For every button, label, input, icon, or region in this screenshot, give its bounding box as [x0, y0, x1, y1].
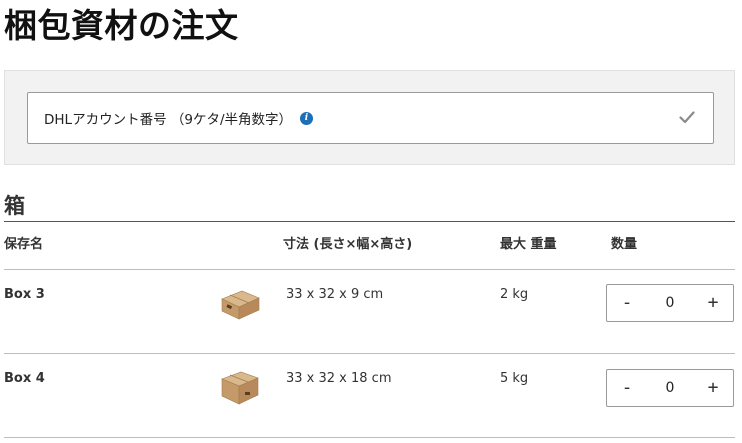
column-header-max-weight: 最大 重量 [500, 237, 557, 252]
quantity-stepper[interactable]: - 0 + [606, 369, 734, 407]
section-title-boxes: 箱 [4, 194, 25, 218]
decrement-button[interactable]: - [607, 370, 647, 406]
row-max-weight: 5 kg [500, 371, 529, 386]
column-header-quantity: 数量 [611, 237, 638, 252]
box-image [221, 371, 259, 405]
account-number-label: DHLアカウント番号 （9ケタ/半角数字） [44, 112, 292, 128]
page-title: 梱包資材の注文 [4, 6, 239, 45]
header-divider [4, 269, 735, 270]
section-divider [4, 221, 735, 222]
column-header-dimensions: 寸法 (長さ×幅×高さ) [283, 237, 413, 252]
check-icon [679, 111, 695, 124]
increment-button[interactable]: + [693, 285, 733, 321]
row-name: Box 3 [4, 287, 45, 302]
row-divider [4, 353, 735, 354]
row-dimensions: 33 x 32 x 18 cm [286, 371, 392, 386]
column-header-name: 保存名 [4, 237, 44, 252]
account-number-field[interactable]: DHLアカウント番号 （9ケタ/半角数字） i [27, 92, 714, 144]
account-panel: DHLアカウント番号 （9ケタ/半角数字） i [4, 70, 735, 165]
row-divider [4, 437, 735, 438]
quantity-value[interactable]: 0 [647, 295, 693, 311]
row-dimensions: 33 x 32 x 9 cm [286, 287, 384, 302]
info-icon[interactable]: i [300, 111, 313, 125]
quantity-stepper[interactable]: - 0 + [606, 284, 734, 322]
increment-button[interactable]: + [693, 370, 733, 406]
row-max-weight: 2 kg [500, 287, 529, 302]
row-name: Box 4 [4, 371, 45, 386]
quantity-value[interactable]: 0 [647, 380, 693, 396]
decrement-button[interactable]: - [607, 285, 647, 321]
box-image [221, 290, 260, 320]
